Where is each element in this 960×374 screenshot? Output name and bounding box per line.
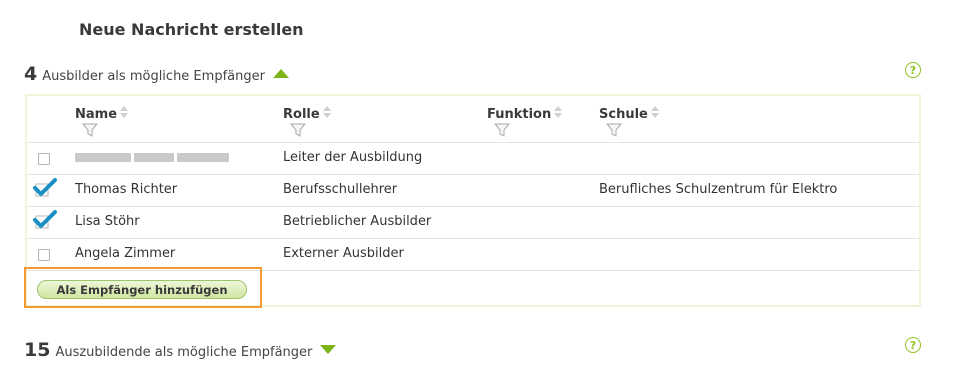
cell-name: Thomas Richter <box>75 182 178 197</box>
column-header-name[interactable]: Name <box>75 105 129 123</box>
cell-role: Betrieblicher Ausbilder <box>283 214 432 229</box>
sort-icon[interactable] <box>553 105 563 123</box>
column-header-role[interactable]: Rolle <box>283 105 332 123</box>
filter-icon[interactable] <box>493 122 511 141</box>
collapse-triangle-up-icon[interactable] <box>272 64 290 83</box>
table-row[interactable]: Thomas Richter Berufsschullehrer Berufli… <box>27 174 919 207</box>
table-header: Name Rolle Funktion Schule <box>27 96 919 143</box>
sort-icon[interactable] <box>650 105 660 123</box>
sort-icon[interactable] <box>322 105 332 123</box>
cell-role: Berufsschullehrer <box>283 182 398 197</box>
filter-icon[interactable] <box>605 122 623 141</box>
trainees-section-header[interactable]: 15 Auszubildende als mögliche Empfänger <box>24 339 337 361</box>
filter-icon[interactable] <box>81 122 99 141</box>
expand-triangle-down-icon[interactable] <box>319 340 337 359</box>
help-icon[interactable]: ? <box>905 337 921 353</box>
row-checkbox-checked[interactable] <box>33 210 57 234</box>
cell-role: Leiter der Ausbildung <box>283 150 423 165</box>
help-icon[interactable]: ? <box>905 62 921 78</box>
trainees-label: Auszubildende als mögliche Empfänger <box>55 345 313 360</box>
sort-icon[interactable] <box>119 105 129 123</box>
table-row[interactable]: Leiter der Ausbildung <box>27 142 919 175</box>
column-header-function[interactable]: Funktion <box>487 105 563 123</box>
column-header-school[interactable]: Schule <box>599 105 660 123</box>
add-recipients-button[interactable]: Als Empfänger hinzufügen <box>37 280 247 299</box>
cell-name: Lisa Stöhr <box>75 214 140 229</box>
trainers-label: Ausbilder als mögliche Empfänger <box>42 69 265 84</box>
trainees-count: 15 <box>24 339 51 361</box>
table-row[interactable]: Lisa Stöhr Betrieblicher Ausbilder <box>27 206 919 239</box>
cell-name: Angela Zimmer <box>75 246 176 261</box>
trainers-count: 4 <box>24 63 38 85</box>
filter-icon[interactable] <box>289 122 307 141</box>
row-checkbox[interactable] <box>38 249 50 261</box>
page-title: Neue Nachricht erstellen <box>79 20 304 39</box>
row-checkbox-checked[interactable] <box>33 178 57 202</box>
trainers-section-header[interactable]: 4 Ausbilder als mögliche Empfänger <box>24 63 290 85</box>
row-checkbox[interactable] <box>38 153 50 165</box>
cell-school: Berufliches Schulzentrum für Elektro <box>599 182 838 197</box>
cell-role: Externer Ausbilder <box>283 246 404 261</box>
redacted-name <box>75 153 229 162</box>
